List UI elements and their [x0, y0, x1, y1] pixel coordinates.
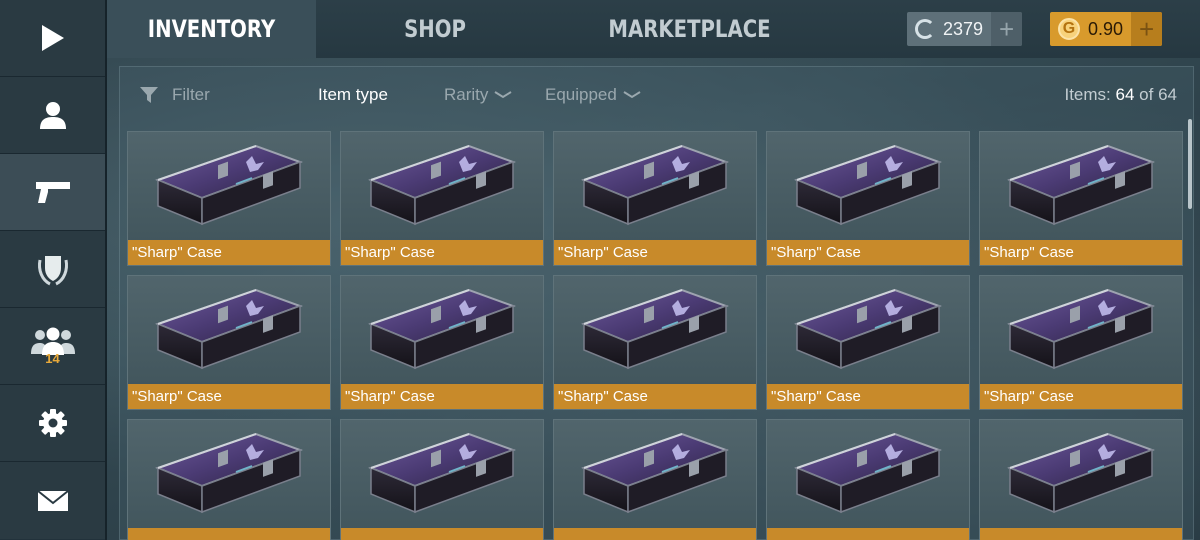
inventory-item-card[interactable] — [127, 419, 331, 540]
inventory-item-card[interactable]: "Sharp" Case — [553, 275, 757, 410]
inventory-item-card[interactable]: "Sharp" Case — [766, 131, 970, 266]
chevron-down-icon — [494, 91, 512, 99]
top-bar: INVENTORY SHOP MARKETPLACE 2379 + G 0.90… — [107, 0, 1200, 58]
weapon-case-icon — [368, 288, 516, 370]
inventory-item-card[interactable] — [979, 419, 1183, 540]
funnel-icon — [140, 87, 158, 103]
item-name: "Sharp" Case — [128, 384, 330, 409]
rarity-label: Rarity — [444, 85, 489, 104]
inventory-item-card[interactable]: "Sharp" Case — [340, 275, 544, 410]
weapon-case-icon — [794, 432, 942, 514]
weapon-case-icon — [794, 288, 942, 370]
inventory-item-card[interactable]: "Sharp" Case — [766, 275, 970, 410]
item-name: "Sharp" Case — [128, 240, 330, 265]
weapon-case-icon — [368, 432, 516, 514]
item-name: "Sharp" Case — [767, 384, 969, 409]
gold-balance: G 0.90 + — [1050, 12, 1163, 46]
item-name: "Sharp" Case — [980, 240, 1182, 265]
inventory-grid: "Sharp" Case "Sharp" Case "Sharp" Case "… — [127, 131, 1183, 540]
credits-balance: 2379 + — [907, 12, 1023, 46]
item-name: "Sharp" Case — [554, 240, 756, 265]
credits-value: 2379 — [943, 18, 984, 39]
item-name: "Sharp" Case — [767, 240, 969, 265]
shield-laurel-icon — [37, 256, 68, 286]
inventory-item-card[interactable] — [340, 419, 544, 540]
tab-inventory[interactable]: INVENTORY — [136, 0, 288, 58]
weapon-case-icon — [155, 432, 303, 514]
weapon-case-icon — [1007, 432, 1155, 514]
add-gold-button[interactable]: + — [1131, 12, 1163, 46]
inventory-item-card[interactable]: "Sharp" Case — [979, 275, 1183, 410]
item-name: "Sharp" Case — [341, 384, 543, 409]
sidebar-item-profile[interactable] — [0, 77, 105, 154]
item-name — [554, 528, 756, 540]
gear-icon — [38, 409, 67, 437]
sidebar-item-play[interactable] — [0, 0, 105, 77]
inventory-item-card[interactable] — [553, 419, 757, 540]
weapon-case-icon — [581, 144, 729, 226]
item-type-label: Item type — [318, 85, 388, 104]
sidebar-item-friends[interactable]: 14 — [0, 308, 105, 385]
person-icon — [39, 102, 66, 129]
inventory-item-card[interactable]: "Sharp" Case — [553, 131, 757, 266]
item-name: "Sharp" Case — [341, 240, 543, 265]
chevron-down-icon — [623, 91, 641, 99]
tab-marketplace[interactable]: MARKETPLACE — [608, 0, 770, 58]
inventory-panel: Filter Item type Rarity Equipped Items: … — [119, 66, 1194, 540]
weapon-case-icon — [794, 144, 942, 226]
filter-button[interactable]: Filter — [140, 85, 210, 105]
inventory-item-card[interactable] — [766, 419, 970, 540]
equipped-dropdown[interactable]: Equipped — [545, 85, 641, 105]
items-count-prefix: Items: — [1064, 85, 1111, 104]
weapon-case-icon — [1007, 144, 1155, 226]
rarity-dropdown[interactable]: Rarity — [444, 85, 512, 105]
items-count: Items: 64 of 64 — [1064, 85, 1177, 105]
inventory-item-card[interactable]: "Sharp" Case — [340, 131, 544, 266]
weapon-case-icon — [581, 288, 729, 370]
weapon-case-icon — [1007, 288, 1155, 370]
weapon-case-icon — [155, 144, 303, 226]
equipped-label: Equipped — [545, 85, 617, 104]
gold-value: 0.90 — [1088, 18, 1124, 39]
item-name: "Sharp" Case — [980, 384, 1182, 409]
add-credits-button[interactable]: + — [991, 12, 1023, 46]
weapon-case-icon — [155, 288, 303, 370]
sidebar: 14 — [0, 0, 107, 540]
item-name — [341, 528, 543, 540]
weapon-case-icon — [581, 432, 729, 514]
tab-shop[interactable]: SHOP — [386, 0, 484, 58]
inventory-item-card[interactable]: "Sharp" Case — [127, 275, 331, 410]
sidebar-item-settings[interactable] — [0, 385, 105, 462]
gold-coin-icon: G — [1058, 18, 1080, 40]
sidebar-item-weapons[interactable] — [0, 154, 105, 231]
sidebar-item-ranks[interactable] — [0, 231, 105, 308]
weapon-case-icon — [368, 144, 516, 226]
filter-label: Filter — [172, 85, 210, 104]
item-name — [980, 528, 1182, 540]
inventory-item-card[interactable]: "Sharp" Case — [127, 131, 331, 266]
sidebar-item-mail[interactable] — [0, 462, 105, 539]
play-icon — [41, 25, 64, 51]
item-type-dropdown[interactable]: Item type — [318, 85, 388, 105]
inventory-item-card[interactable]: "Sharp" Case — [979, 131, 1183, 266]
filter-bar: Filter Item type Rarity Equipped Items: … — [120, 67, 1195, 123]
items-of: of — [1139, 85, 1154, 104]
scrollbar-thumb[interactable] — [1188, 119, 1192, 209]
items-total: 64 — [1158, 85, 1177, 104]
items-shown: 64 — [1115, 85, 1135, 104]
friends-count-badge: 14 — [45, 350, 60, 366]
credits-coin-icon — [915, 19, 935, 39]
item-name: "Sharp" Case — [554, 384, 756, 409]
item-name — [767, 528, 969, 540]
pistol-icon — [35, 182, 70, 203]
item-name — [128, 528, 330, 540]
envelope-icon — [36, 489, 69, 511]
